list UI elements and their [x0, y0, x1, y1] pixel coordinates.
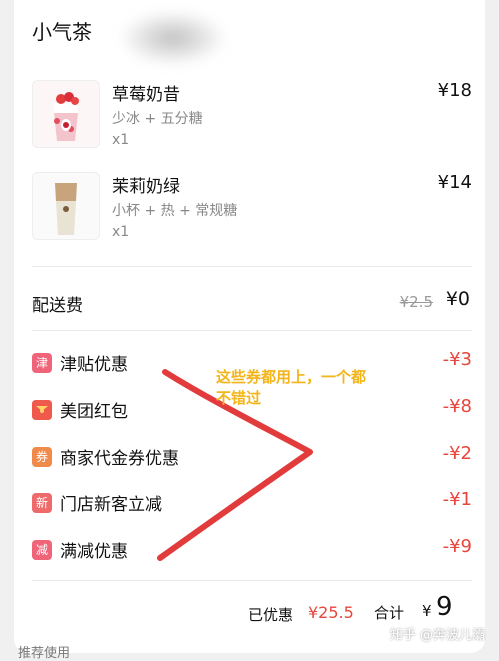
- shop-name[interactable]: 小气茶: [32, 16, 92, 45]
- divider: [32, 580, 472, 581]
- discount-value: -¥2: [442, 443, 472, 464]
- item-quantity: x1: [112, 224, 130, 240]
- item-spec: 小杯 + 热 + 常规糖: [112, 203, 238, 219]
- order-card: 小气茶 草莓奶昔 少冰 + 五分糖 x1 ¥18 茉莉奶绿 小杯 + 热 + 常…: [14, 0, 485, 653]
- bottom-cut-text: 推荐使用: [18, 646, 71, 661]
- saved-label: 已优惠: [248, 606, 294, 624]
- discount-value: -¥8: [442, 396, 472, 417]
- item-name: 草莓奶昔: [112, 85, 180, 105]
- item-name: 茉莉奶绿: [112, 177, 180, 197]
- discount-label: 美团红包: [60, 402, 128, 422]
- watermark: 知乎 @奔波儿灞: [389, 628, 485, 643]
- discount-row-full-reduction[interactable]: 减 满减优惠 -¥9: [32, 536, 472, 566]
- handwritten-annotation: 这些券都用上，一个都 不错过: [216, 367, 416, 409]
- allowance-icon: 津: [32, 353, 52, 373]
- discount-value: -¥3: [442, 349, 472, 370]
- voucher-icon: 券: [32, 447, 52, 467]
- delivery-fee-label: 配送费: [32, 296, 83, 316]
- order-item[interactable]: 草莓奶昔 少冰 + 五分糖 x1 ¥18: [32, 80, 472, 150]
- item-quantity: x1: [112, 132, 130, 148]
- divider: [32, 266, 472, 267]
- blurred-shop-name: [118, 10, 228, 66]
- annotation-line-1: 这些券都用上，一个都: [216, 368, 367, 386]
- strawberry-milkshake-image: [32, 80, 100, 148]
- saved-value: ¥25.5: [308, 603, 354, 622]
- item-price: ¥18: [437, 80, 472, 101]
- divider: [32, 330, 472, 331]
- jasmine-milk-green-tea-image: [32, 172, 100, 240]
- discount-label: 门店新客立减: [60, 495, 162, 515]
- new-customer-icon: 新: [32, 493, 52, 513]
- total-label: 合计: [374, 604, 405, 622]
- delivery-fee-current: ¥0: [445, 288, 470, 310]
- discount-label: 商家代金券优惠: [60, 449, 179, 469]
- discount-label: 津贴优惠: [60, 355, 128, 375]
- annotation-line-2: 不错过: [216, 389, 262, 407]
- red-packet-icon: [32, 400, 52, 420]
- order-item[interactable]: 茉莉奶绿 小杯 + 热 + 常规糖 x1 ¥14: [32, 172, 472, 242]
- discount-value: -¥9: [442, 536, 472, 557]
- delivery-fee-original: ¥2.5: [399, 293, 433, 311]
- total-value: 9: [436, 592, 453, 622]
- discount-value: -¥1: [442, 489, 472, 510]
- total-currency: ¥: [422, 602, 432, 620]
- item-spec: 少冰 + 五分糖: [112, 111, 203, 127]
- discount-row-new-customer[interactable]: 新 门店新客立减 -¥1: [32, 489, 472, 519]
- discount-label: 满减优惠: [60, 542, 128, 562]
- item-price: ¥14: [437, 172, 472, 193]
- discount-row-merchant-voucher[interactable]: 券 商家代金券优惠 -¥2: [32, 443, 472, 473]
- full-reduction-icon: 减: [32, 540, 52, 560]
